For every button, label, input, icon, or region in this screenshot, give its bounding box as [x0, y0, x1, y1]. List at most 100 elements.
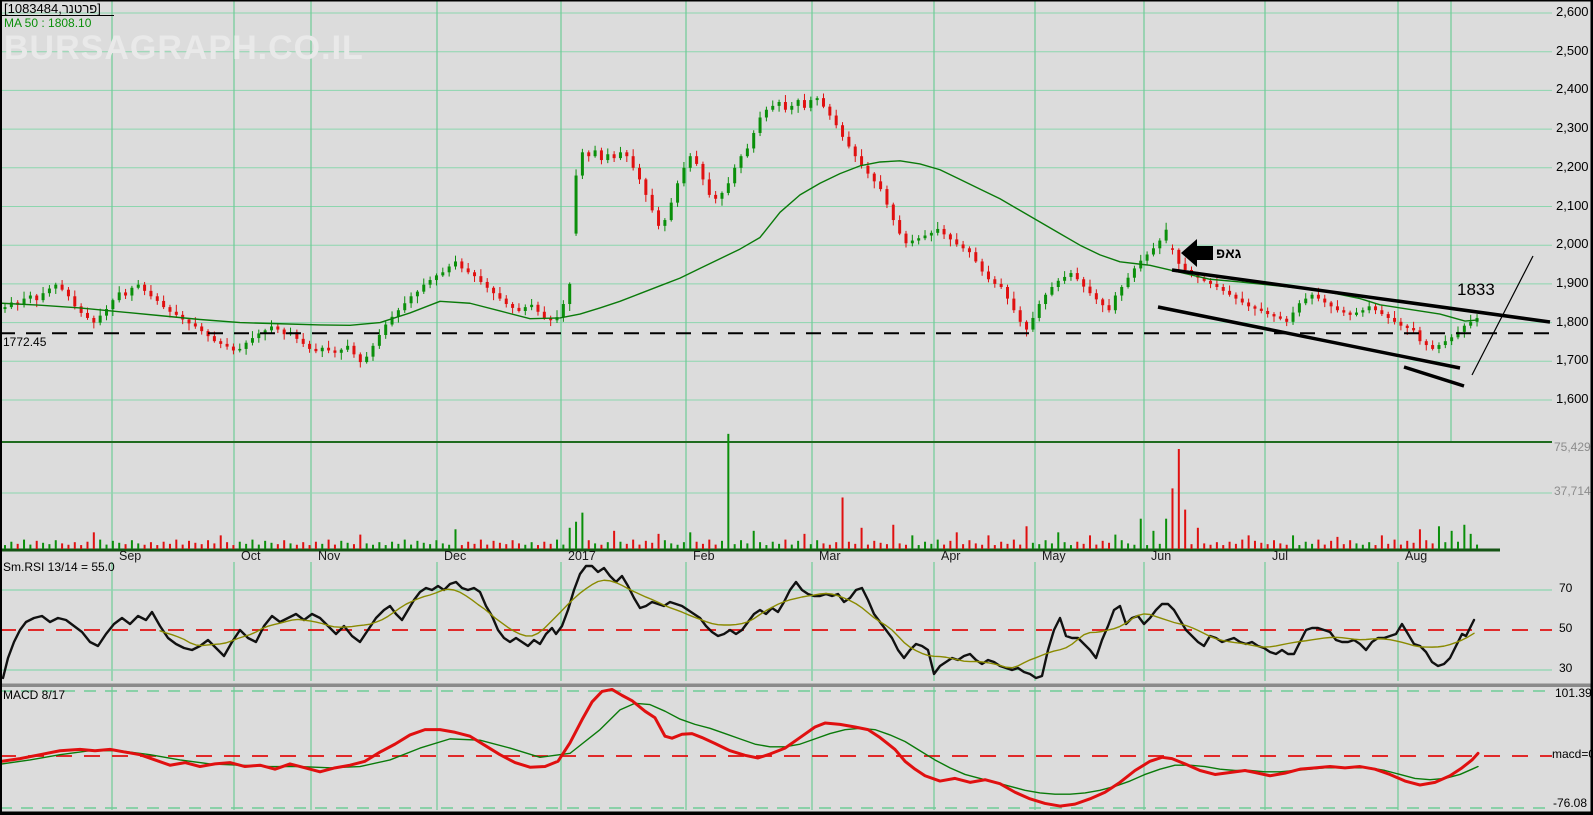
- candle-body: [231, 346, 235, 351]
- volume-bar: [1120, 540, 1123, 549]
- volume-bar: [1431, 543, 1434, 549]
- candle-body: [1304, 298, 1308, 304]
- chart-canvas[interactable]: [0, 0, 1593, 815]
- volume-bar: [1374, 545, 1377, 549]
- volume-bar: [904, 544, 907, 549]
- candle-body: [244, 342, 248, 349]
- volume-bar: [1355, 543, 1358, 549]
- volume-bar: [1247, 535, 1250, 549]
- price-axis-label: 2,100: [1556, 197, 1589, 213]
- candle-body: [517, 307, 521, 311]
- volume-bar: [727, 433, 730, 549]
- candle-body: [371, 345, 375, 357]
- candle-body: [1069, 273, 1073, 277]
- candle-body: [1012, 298, 1016, 311]
- candle-body: [682, 167, 686, 184]
- candle-body: [980, 261, 984, 272]
- volume-bar: [625, 543, 628, 549]
- candle-body: [993, 279, 997, 284]
- volume-bar: [803, 533, 806, 549]
- month-label: Sep: [119, 549, 142, 563]
- volume-bar: [873, 540, 876, 549]
- rsi-axis-label: 70: [1559, 581, 1573, 595]
- candle-body: [1418, 330, 1422, 342]
- candle-body: [339, 349, 343, 353]
- volume-bar: [708, 539, 711, 549]
- candle-body: [1234, 294, 1238, 299]
- price-axis-label: 1,700: [1556, 352, 1589, 368]
- candle-body: [618, 152, 622, 159]
- candle-body: [1259, 308, 1263, 311]
- candle-body: [1450, 337, 1454, 342]
- candle-body: [1151, 248, 1155, 255]
- volume-bar: [530, 542, 533, 549]
- volume-bar: [1361, 544, 1364, 549]
- candle-body: [149, 290, 153, 297]
- candle-body: [314, 348, 318, 352]
- candle-body: [193, 323, 197, 327]
- candle-body: [847, 136, 851, 147]
- candle-body: [872, 173, 876, 182]
- volume-bar: [613, 530, 616, 549]
- volume-bar: [695, 541, 698, 549]
- volume-bar: [486, 544, 489, 549]
- volume-bar: [422, 542, 425, 549]
- macd-axis-bottom-label: -76.08: [1553, 796, 1588, 810]
- candle-body: [92, 317, 96, 323]
- candle-body: [1374, 306, 1378, 311]
- volume-bar: [42, 542, 45, 549]
- candle-body: [790, 105, 794, 110]
- chart-background: [0, 0, 1593, 815]
- volume-bar: [1095, 544, 1098, 549]
- volume-bar: [435, 540, 438, 549]
- candle-body: [1145, 254, 1149, 261]
- candle-body: [1348, 312, 1352, 315]
- volume-bar: [663, 540, 666, 549]
- candle-body: [85, 312, 89, 318]
- candle-body: [1361, 310, 1365, 313]
- candle-body: [777, 102, 781, 106]
- volume-bar: [219, 535, 222, 549]
- volume-bar: [346, 542, 349, 549]
- candle-body: [574, 175, 578, 234]
- candle-body: [1120, 286, 1124, 296]
- volume-bar: [86, 541, 89, 549]
- candle-body: [1228, 290, 1232, 295]
- volume-bar: [4, 545, 6, 549]
- volume-bar: [168, 543, 171, 549]
- candle-body: [422, 284, 426, 292]
- volume-axis-label: 37,714: [1554, 484, 1591, 498]
- volume-bar: [632, 539, 635, 549]
- candle-body: [783, 102, 787, 110]
- candle-body: [155, 296, 159, 301]
- volume-bar: [251, 539, 254, 549]
- candle-body: [523, 307, 527, 311]
- candle-body: [771, 105, 775, 110]
- candle-body: [428, 280, 432, 285]
- bottom-border: [0, 811, 1593, 815]
- volume-bar: [1127, 543, 1130, 549]
- candle-body: [606, 154, 610, 161]
- candle-body: [200, 326, 204, 332]
- volume-bar: [1260, 542, 1263, 549]
- candle-body: [580, 152, 584, 176]
- volume-bar: [809, 544, 812, 549]
- candle-body: [212, 336, 216, 342]
- volume-bar: [111, 540, 114, 549]
- candle-body: [257, 333, 261, 339]
- volume-bar: [130, 540, 133, 549]
- candle-body: [1132, 268, 1136, 278]
- volume-bar: [1196, 527, 1199, 549]
- volume-bar: [16, 543, 19, 549]
- candle-body: [853, 146, 857, 157]
- volume-bar: [581, 512, 584, 549]
- volume-bar: [397, 543, 400, 549]
- candle-body: [866, 165, 870, 174]
- volume-bar: [936, 539, 939, 549]
- candle-body: [587, 152, 591, 157]
- volume-bar: [759, 542, 762, 549]
- candle-body: [434, 275, 438, 281]
- candle-body: [885, 189, 889, 205]
- candle-body: [403, 303, 407, 311]
- candle-body: [530, 304, 534, 308]
